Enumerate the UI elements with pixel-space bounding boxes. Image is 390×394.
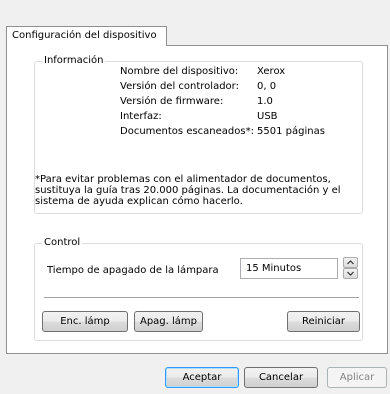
apply-button[interactable]: Aplicar bbox=[327, 367, 387, 388]
maintenance-note: *Para evitar problemas con el alimentado… bbox=[35, 174, 341, 207]
lamp-on-button[interactable]: Enc. lámp bbox=[42, 311, 128, 332]
spin-down-button[interactable] bbox=[343, 268, 358, 279]
device-settings-dialog: Configuración del dispositivo Informació… bbox=[0, 0, 390, 394]
device-name-label: Nombre del dispositivo: bbox=[120, 66, 239, 77]
lamp-timeout-spinner[interactable] bbox=[343, 257, 358, 279]
chevron-down-icon bbox=[347, 271, 354, 276]
tab-device-configuration[interactable]: Configuración del dispositivo bbox=[6, 26, 167, 46]
firmware-version-value: 1.0 bbox=[257, 96, 273, 107]
accept-button[interactable]: Aceptar bbox=[165, 367, 239, 388]
device-name-value: Xerox bbox=[257, 66, 286, 77]
info-group-label: Información bbox=[42, 55, 106, 66]
reset-button[interactable]: Reiniciar bbox=[287, 311, 360, 332]
driver-version-label: Versión del controlador: bbox=[120, 81, 239, 92]
tab-label: Configuración del dispositivo bbox=[12, 30, 157, 41]
lamp-timeout-label: Tiempo de apagado de la lámpara bbox=[47, 265, 219, 276]
spin-up-button[interactable] bbox=[343, 257, 358, 268]
control-separator bbox=[44, 297, 359, 298]
scanned-documents-value: 5501 páginas bbox=[257, 126, 325, 137]
control-group-label: Control bbox=[42, 237, 83, 248]
cancel-button[interactable]: Cancelar bbox=[244, 367, 318, 388]
interface-value: USB bbox=[257, 111, 278, 122]
lamp-timeout-value: 15 Minutos bbox=[246, 263, 302, 274]
driver-version-value: 0, 0 bbox=[257, 81, 277, 92]
lamp-off-button[interactable]: Apag. lámp bbox=[134, 311, 203, 332]
lamp-timeout-field[interactable]: 15 Minutos bbox=[240, 258, 338, 279]
chevron-up-icon bbox=[347, 260, 354, 265]
interface-label: Interfaz: bbox=[120, 111, 162, 122]
firmware-version-label: Versión de firmware: bbox=[120, 96, 224, 107]
scanned-documents-label: Documentos escaneados*: bbox=[120, 126, 254, 137]
